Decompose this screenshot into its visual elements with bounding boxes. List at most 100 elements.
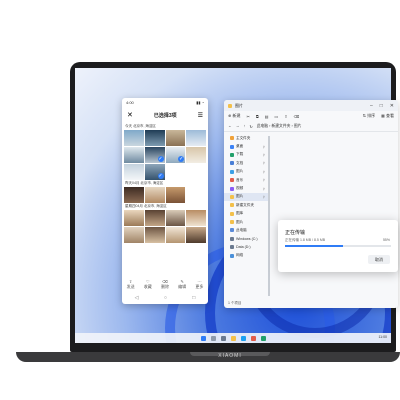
sidebar-item[interactable]: 音乐 ⚲	[224, 176, 268, 184]
rename-icon[interactable]: ▭	[274, 114, 278, 119]
sidebar-item[interactable]: 新建文件夹	[224, 201, 268, 209]
action-delete[interactable]: ⌫ 删除	[161, 279, 169, 290]
paste-icon[interactable]: ▤	[265, 114, 269, 119]
action-edit[interactable]: ✎ 编辑	[178, 279, 186, 290]
taskbar: 11:00	[75, 333, 391, 343]
photo-thumbnail[interactable]	[124, 227, 144, 243]
breadcrumb-item[interactable]: 新建文件夹	[271, 124, 290, 128]
sidebar-item[interactable]: 文档 ⚲	[224, 159, 268, 167]
close-icon[interactable]: ✕	[390, 103, 394, 109]
photo-thumbnail[interactable]	[165, 130, 186, 146]
checkmark-icon[interactable]: ✓	[178, 156, 185, 162]
photo-thumbnail[interactable]	[144, 130, 165, 146]
photo-thumbnail[interactable]: ✓	[144, 147, 165, 163]
photo-grid: ✓ ✓ ✓	[122, 130, 208, 180]
sidebar-item[interactable]: Windows (C:)	[224, 235, 268, 243]
photo-thumbnail[interactable]	[165, 164, 186, 180]
action-favorite[interactable]: ♡ 收藏	[144, 279, 152, 290]
view-button[interactable]: ▦ 查看	[381, 113, 394, 119]
pin-icon[interactable]: ⚲	[263, 178, 265, 182]
back-icon[interactable]: ◁	[135, 295, 139, 301]
pin-icon[interactable]: ⚲	[263, 161, 265, 165]
home-icon[interactable]: ○	[164, 295, 167, 301]
photo-grid	[122, 210, 208, 243]
breadcrumb-item[interactable]: 图片	[294, 124, 302, 128]
photo-thumbnail[interactable]	[186, 187, 206, 203]
browser-icon[interactable]	[240, 335, 246, 341]
app-icon[interactable]	[260, 335, 266, 341]
photo-thumbnail[interactable]	[124, 187, 144, 203]
sort-button[interactable]: ⇅ 排序	[363, 113, 375, 119]
sidebar-item[interactable]: 网络	[224, 251, 268, 259]
task-view-icon[interactable]	[220, 335, 226, 341]
breadcrumb-item[interactable]: 此电脑	[257, 124, 268, 128]
photo-thumbnail[interactable]	[144, 210, 165, 226]
photo-thumbnail[interactable]	[165, 227, 186, 243]
photo-thumbnail[interactable]	[165, 187, 186, 203]
share-icon[interactable]: ⇪	[284, 114, 287, 119]
photo-thumbnail[interactable]	[124, 147, 144, 163]
sidebar-item[interactable]: 图片 ⚲	[224, 168, 268, 176]
cancel-button[interactable]: 取消	[368, 255, 390, 264]
photo-thumbnail[interactable]	[124, 164, 144, 180]
photo-thumbnail[interactable]	[124, 130, 144, 146]
sidebar-item[interactable]: 主文件夹	[224, 134, 268, 142]
action-label: 编辑	[178, 284, 187, 289]
sidebar-item[interactable]: 桌面 ⚲	[224, 142, 268, 150]
photo-thumbnail[interactable]	[144, 227, 165, 243]
copy-icon[interactable]: ⧉	[256, 114, 259, 119]
pin-icon[interactable]: ⚲	[263, 187, 265, 191]
pin-icon[interactable]: ⚲	[263, 145, 265, 149]
search-icon[interactable]	[210, 335, 216, 341]
sidebar-item[interactable]: 图片 ⚲	[224, 192, 268, 202]
photo-thumbnail[interactable]	[144, 187, 165, 203]
cut-icon[interactable]: ✂	[246, 114, 249, 119]
app-icon[interactable]	[250, 335, 256, 341]
sidebar-item[interactable]: 此电脑	[224, 226, 268, 234]
new-button[interactable]: ⊕ 新建	[228, 113, 240, 119]
close-icon[interactable]: ✕	[127, 111, 133, 119]
file-explorer-icon[interactable]	[230, 335, 236, 341]
checkmark-icon[interactable]: ✓	[157, 173, 164, 179]
photo-thumbnail[interactable]: ✓	[165, 147, 186, 163]
photo-thumbnail[interactable]	[186, 164, 206, 180]
start-icon[interactable]	[200, 335, 206, 341]
pin-icon[interactable]: ⚲	[263, 153, 265, 157]
maximize-icon[interactable]: □	[380, 103, 383, 109]
delete-icon[interactable]: ⌫	[294, 114, 300, 119]
action-send[interactable]: ⇧ 发送	[127, 279, 135, 290]
photo-thumbnail[interactable]: ✓	[144, 164, 165, 180]
address-bar[interactable]: ← → ↑ ↻ 此电脑 › 新建文件夹 › 图片	[224, 121, 398, 132]
action-more[interactable]: ⋯ 更多	[195, 279, 203, 290]
pin-icon[interactable]: ⚲	[263, 195, 265, 199]
sidebar-item-label: 主文件夹	[236, 135, 251, 140]
recents-icon[interactable]: □	[192, 295, 195, 301]
photo-thumbnail[interactable]	[186, 210, 206, 226]
select-all-icon[interactable]: ☰	[198, 112, 203, 119]
forward-arrow-icon[interactable]: →	[236, 124, 240, 128]
refresh-icon[interactable]: ↻	[250, 124, 253, 129]
scrollbar[interactable]	[268, 136, 270, 296]
photo-thumbnail[interactable]	[165, 210, 186, 226]
back-arrow-icon[interactable]: ←	[228, 124, 232, 128]
sidebar-item[interactable]: Data (D:)	[224, 243, 268, 251]
checkmark-icon[interactable]: ✓	[157, 156, 164, 162]
sidebar-item[interactable]: 视频 ⚲	[224, 184, 268, 192]
photo-thumbnail[interactable]	[186, 147, 206, 163]
sidebar-item-label: 新建文件夹	[236, 202, 254, 207]
up-arrow-icon[interactable]: ↑	[244, 124, 246, 128]
minimize-icon[interactable]: –	[370, 103, 373, 109]
photo-thumbnail[interactable]	[186, 130, 206, 146]
sidebar-item[interactable]: 下载 ⚲	[224, 151, 268, 159]
photo-thumbnail[interactable]	[186, 227, 206, 243]
gallery-section-label: 今天 北京市, 海淀区	[125, 124, 156, 128]
pin-icon[interactable]: ⚲	[263, 170, 265, 174]
sidebar-item-label: 音乐	[236, 177, 244, 182]
sidebar-item-label: 图片	[236, 194, 244, 199]
pictures-icon	[230, 169, 234, 174]
folder-icon	[230, 203, 234, 208]
photo-thumbnail[interactable]	[124, 210, 144, 226]
action-label: 发送	[126, 284, 135, 289]
sidebar-item[interactable]: 图库	[224, 210, 268, 218]
sidebar-item[interactable]: 图片	[224, 218, 268, 226]
